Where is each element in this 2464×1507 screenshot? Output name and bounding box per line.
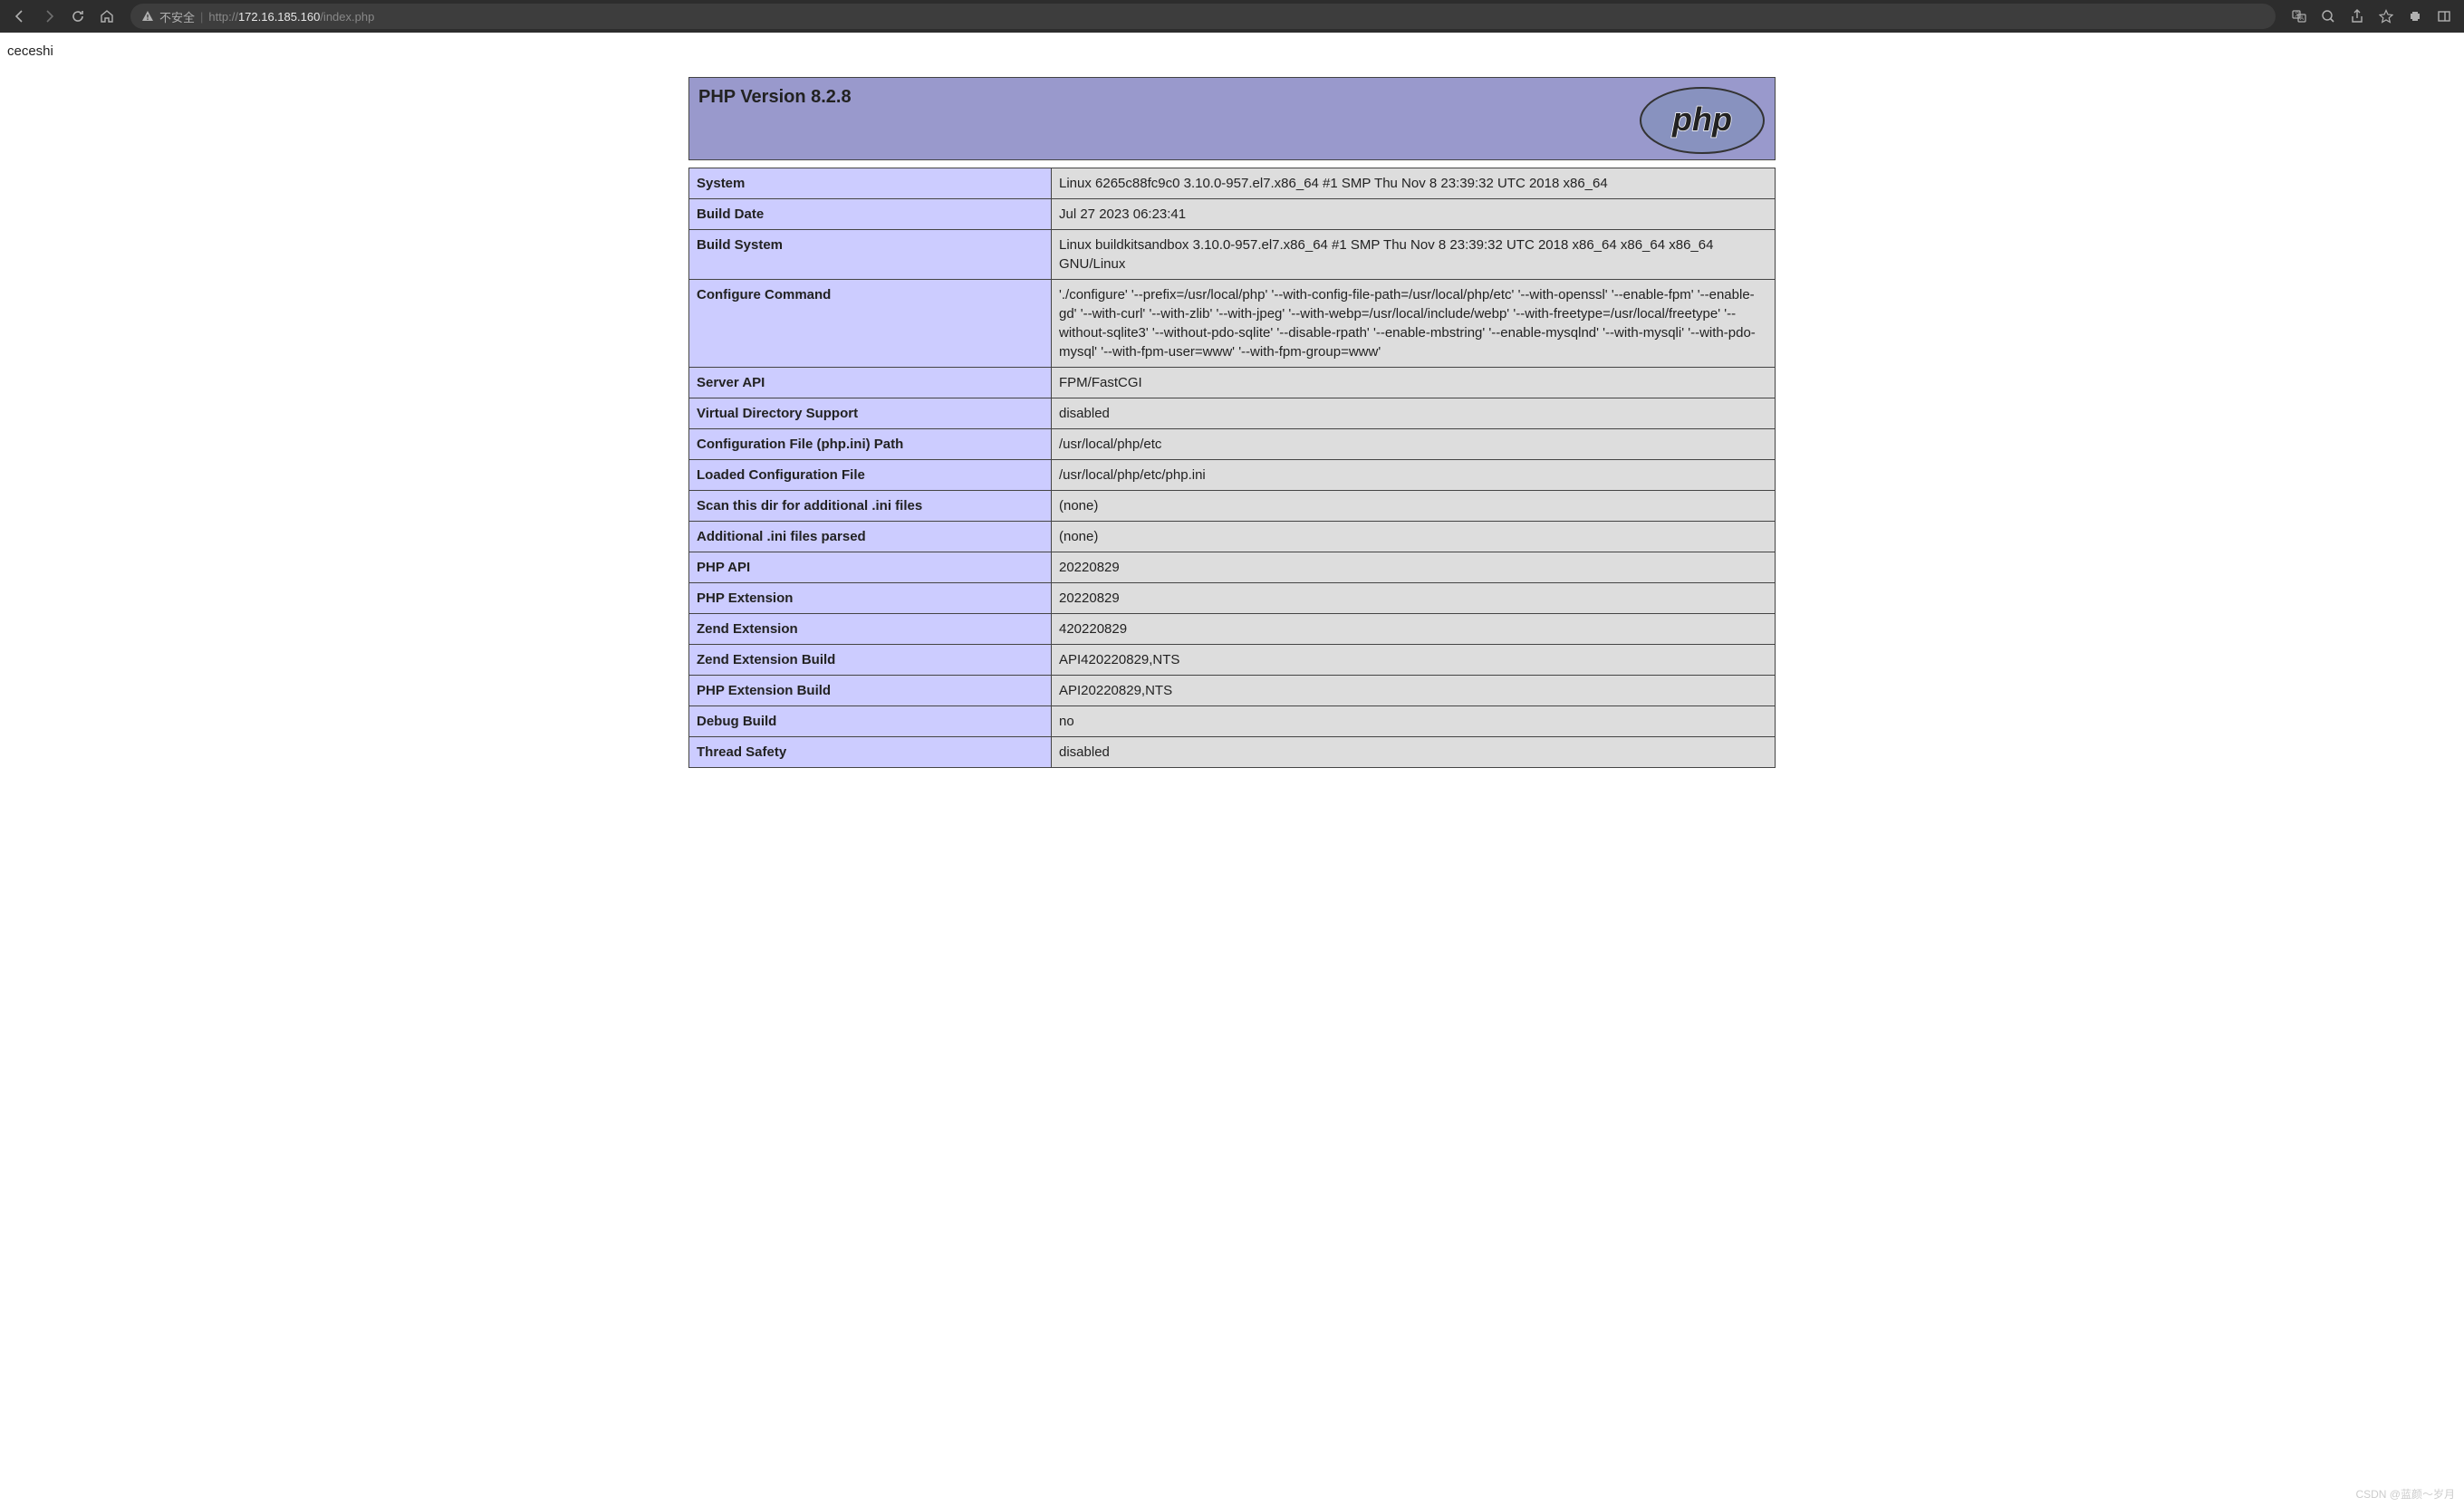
info-label: Zend Extension Build bbox=[689, 645, 1052, 676]
info-label: Loaded Configuration File bbox=[689, 460, 1052, 491]
reload-button[interactable] bbox=[65, 4, 91, 29]
url-host: 172.16.185.160 bbox=[238, 10, 320, 24]
address-separator: | bbox=[200, 10, 203, 24]
info-label: Configuration File (php.ini) Path bbox=[689, 429, 1052, 460]
info-value: Jul 27 2023 06:23:41 bbox=[1052, 199, 1776, 230]
php-logo: php bbox=[1639, 87, 1766, 154]
svg-text:A: A bbox=[2300, 16, 2304, 22]
info-value: (none) bbox=[1052, 491, 1776, 522]
watermark: CSDN @蓝颜～岁月 bbox=[2355, 1486, 2455, 1502]
info-value: no bbox=[1052, 706, 1776, 737]
table-row: SystemLinux 6265c88fc9c0 3.10.0-957.el7.… bbox=[689, 168, 1776, 199]
table-row: Thread Safetydisabled bbox=[689, 737, 1776, 768]
info-label: Virtual Directory Support bbox=[689, 398, 1052, 429]
info-label: PHP Extension Build bbox=[689, 676, 1052, 706]
info-label: Build System bbox=[689, 230, 1052, 280]
info-label: PHP API bbox=[689, 552, 1052, 583]
info-label: Server API bbox=[689, 368, 1052, 398]
phpinfo-table: SystemLinux 6265c88fc9c0 3.10.0-957.el7.… bbox=[688, 168, 1776, 768]
info-value: /usr/local/php/etc bbox=[1052, 429, 1776, 460]
table-row: Zend Extension420220829 bbox=[689, 614, 1776, 645]
table-row: Build SystemLinux buildkitsandbox 3.10.0… bbox=[689, 230, 1776, 280]
panel-icon bbox=[2437, 9, 2451, 24]
url-display: http://172.16.185.160/index.php bbox=[208, 10, 374, 24]
arrow-left-icon bbox=[13, 9, 27, 24]
translate-icon: 文A bbox=[2292, 9, 2306, 24]
table-row: Scan this dir for additional .ini files(… bbox=[689, 491, 1776, 522]
info-value: './configure' '--prefix=/usr/local/php' … bbox=[1052, 280, 1776, 368]
php-version-title: PHP Version 8.2.8 bbox=[689, 78, 1775, 117]
info-label: Thread Safety bbox=[689, 737, 1052, 768]
star-icon bbox=[2379, 9, 2393, 24]
table-row: Debug Buildno bbox=[689, 706, 1776, 737]
info-label: Scan this dir for additional .ini files bbox=[689, 491, 1052, 522]
info-value: disabled bbox=[1052, 737, 1776, 768]
info-label: System bbox=[689, 168, 1052, 199]
php-logo-icon: php bbox=[1639, 87, 1766, 154]
warning-icon bbox=[141, 10, 154, 23]
translate-button[interactable]: 文A bbox=[2286, 4, 2312, 29]
forward-button[interactable] bbox=[36, 4, 62, 29]
share-icon bbox=[2350, 9, 2364, 24]
home-button[interactable] bbox=[94, 4, 120, 29]
svg-text:php: php bbox=[1671, 101, 1732, 138]
table-row: Virtual Directory Supportdisabled bbox=[689, 398, 1776, 429]
info-label: Debug Build bbox=[689, 706, 1052, 737]
back-button[interactable] bbox=[7, 4, 33, 29]
table-row: Configuration File (php.ini) Path/usr/lo… bbox=[689, 429, 1776, 460]
insecure-label: 不安全 bbox=[159, 8, 195, 25]
info-value: 20220829 bbox=[1052, 552, 1776, 583]
info-value: Linux 6265c88fc9c0 3.10.0-957.el7.x86_64… bbox=[1052, 168, 1776, 199]
table-row: PHP API20220829 bbox=[689, 552, 1776, 583]
info-value: Linux buildkitsandbox 3.10.0-957.el7.x86… bbox=[1052, 230, 1776, 280]
reload-icon bbox=[71, 9, 85, 24]
url-path: /index.php bbox=[320, 10, 374, 24]
panel-button[interactable] bbox=[2431, 4, 2457, 29]
test-output-text: ceceshi bbox=[0, 33, 2464, 77]
table-row: Build DateJul 27 2023 06:23:41 bbox=[689, 199, 1776, 230]
phpinfo-header: PHP Version 8.2.8 php bbox=[688, 77, 1776, 160]
address-bar[interactable]: 不安全 | http://172.16.185.160/index.php bbox=[130, 4, 2276, 29]
extensions-button[interactable] bbox=[2402, 4, 2428, 29]
table-row: Additional .ini files parsed(none) bbox=[689, 522, 1776, 552]
table-row: PHP Extension20220829 bbox=[689, 583, 1776, 614]
share-button[interactable] bbox=[2344, 4, 2370, 29]
info-value: (none) bbox=[1052, 522, 1776, 552]
home-icon bbox=[100, 9, 114, 24]
table-row: Configure Command'./configure' '--prefix… bbox=[689, 280, 1776, 368]
info-value: 420220829 bbox=[1052, 614, 1776, 645]
info-label: Build Date bbox=[689, 199, 1052, 230]
page-content: ceceshi PHP Version 8.2.8 php SystemLinu… bbox=[0, 33, 2464, 768]
info-value: API20220829,NTS bbox=[1052, 676, 1776, 706]
info-label: PHP Extension bbox=[689, 583, 1052, 614]
info-value: /usr/local/php/etc/php.ini bbox=[1052, 460, 1776, 491]
table-row: PHP Extension BuildAPI20220829,NTS bbox=[689, 676, 1776, 706]
info-value: 20220829 bbox=[1052, 583, 1776, 614]
arrow-right-icon bbox=[42, 9, 56, 24]
table-row: Loaded Configuration File/usr/local/php/… bbox=[689, 460, 1776, 491]
toolbar-right-icons: 文A bbox=[2286, 4, 2457, 29]
puzzle-icon bbox=[2408, 9, 2422, 24]
browser-toolbar: 不安全 | http://172.16.185.160/index.php 文A bbox=[0, 0, 2464, 33]
phpinfo-container: PHP Version 8.2.8 php SystemLinux 6265c8… bbox=[688, 77, 1776, 768]
info-label: Zend Extension bbox=[689, 614, 1052, 645]
info-value: API420220829,NTS bbox=[1052, 645, 1776, 676]
table-row: Zend Extension BuildAPI420220829,NTS bbox=[689, 645, 1776, 676]
info-value: disabled bbox=[1052, 398, 1776, 429]
info-value: FPM/FastCGI bbox=[1052, 368, 1776, 398]
info-label: Additional .ini files parsed bbox=[689, 522, 1052, 552]
info-label: Configure Command bbox=[689, 280, 1052, 368]
zoom-icon bbox=[2321, 9, 2335, 24]
url-scheme: http:// bbox=[208, 10, 238, 24]
bookmark-button[interactable] bbox=[2373, 4, 2399, 29]
table-row: Server APIFPM/FastCGI bbox=[689, 368, 1776, 398]
zoom-button[interactable] bbox=[2315, 4, 2341, 29]
